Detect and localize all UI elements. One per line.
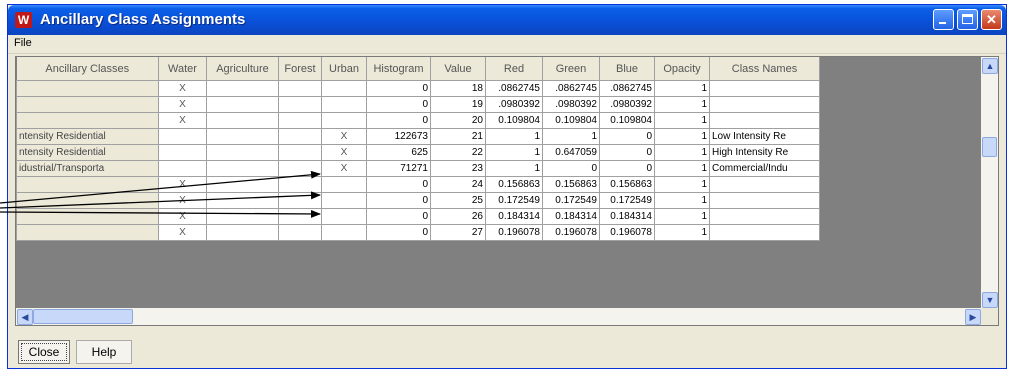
annotation-arrow bbox=[0, 209, 321, 218]
annotation-arrows bbox=[0, 170, 321, 218]
annotation-arrow bbox=[0, 191, 321, 209]
annotation-arrow bbox=[0, 170, 321, 204]
